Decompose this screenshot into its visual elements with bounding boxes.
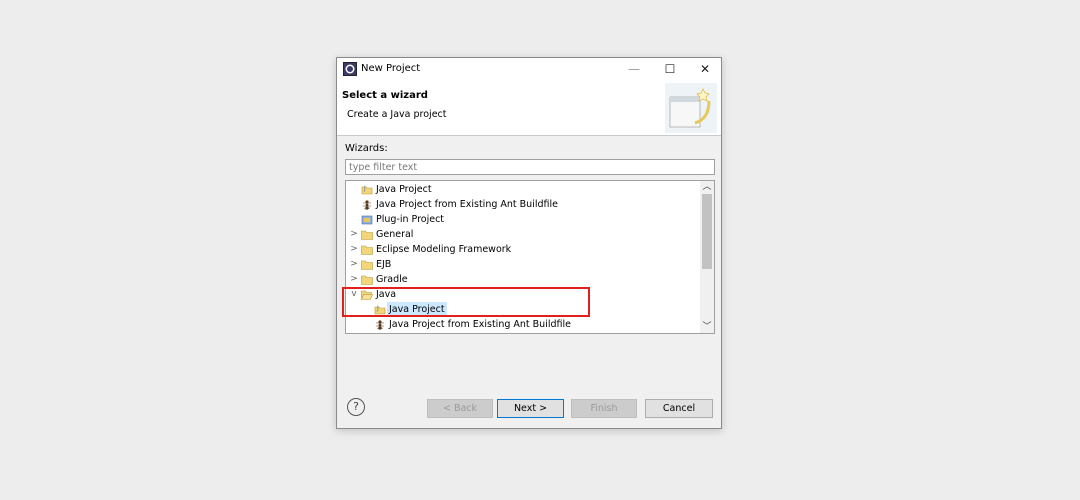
java-project-icon: J <box>374 305 386 315</box>
window-title: New Project <box>361 63 421 74</box>
plugin-icon <box>361 215 373 225</box>
wizard-banner-icon <box>665 83 717 133</box>
tree-item-label: EJB <box>376 259 392 270</box>
chevron-down-icon[interactable]: v <box>349 287 359 302</box>
cancel-button[interactable]: Cancel <box>645 399 713 418</box>
ant-icon <box>376 320 384 330</box>
ant-icon <box>363 200 371 210</box>
page-title: Select a wizard <box>342 90 428 101</box>
help-icon[interactable]: ? <box>347 398 365 416</box>
folder-icon <box>361 260 373 270</box>
new-project-dialog: New Project — ☐ ✕ Select a wizard Create… <box>336 57 722 429</box>
page-description: Create a Java project <box>347 109 447 120</box>
scrollbar-thumb[interactable] <box>702 194 712 269</box>
title-bar[interactable]: New Project — ☐ ✕ <box>337 58 721 80</box>
tree-item-label: Java Project <box>387 302 447 317</box>
wizard-header: Select a wizard Create a Java project <box>337 80 721 136</box>
filter-input[interactable] <box>345 159 715 175</box>
chevron-down-icon[interactable]: ﹀ <box>700 321 714 333</box>
chevron-right-icon[interactable]: > <box>349 272 359 287</box>
tree-item-label: Plug-in Project <box>376 214 445 225</box>
tree-item-label: Eclipse Modeling Framework <box>376 244 512 255</box>
maximize-button[interactable]: ☐ <box>653 58 687 80</box>
tree-item-label: Java <box>376 289 397 300</box>
folder-icon <box>361 275 373 285</box>
svg-text:J: J <box>376 305 379 312</box>
back-button[interactable]: < Back <box>427 399 493 418</box>
svg-text:J: J <box>363 185 366 192</box>
wizards-label: Wizards: <box>345 143 388 154</box>
minimize-button[interactable]: — <box>617 58 651 80</box>
tree-scrollbar[interactable]: ︿ ﹀ <box>700 181 714 333</box>
chevron-right-icon[interactable]: > <box>349 257 359 272</box>
folder-open-icon <box>361 290 373 300</box>
chevron-up-icon[interactable]: ︿ <box>700 181 714 193</box>
tree-item-label: Java Project from Existing Ant Buildfile <box>376 199 558 210</box>
tree-item-label: Gradle <box>376 274 408 285</box>
chevron-right-icon[interactable]: > <box>349 227 359 242</box>
eclipse-icon <box>343 62 357 76</box>
chevron-right-icon[interactable]: > <box>349 242 359 257</box>
finish-button[interactable]: Finish <box>571 399 637 418</box>
next-button[interactable]: Next > <box>497 399 564 418</box>
close-button[interactable]: ✕ <box>688 58 722 80</box>
folder-icon <box>361 245 373 255</box>
java-project-icon: J <box>361 185 373 195</box>
wizard-tree: J Java Project Java Project from Existin… <box>345 180 715 334</box>
tree-item-label: General <box>376 229 414 240</box>
tree-item-label: Java Project from Existing Ant Buildfile <box>389 319 571 330</box>
folder-icon <box>361 230 373 240</box>
tree-item-label: Java Project <box>376 184 432 195</box>
